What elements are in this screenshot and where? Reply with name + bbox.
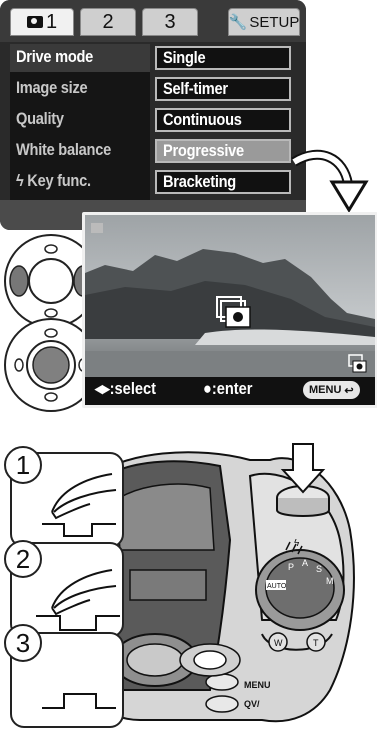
zoom-w-label: W <box>274 638 283 648</box>
flash-symbol: ϟ <box>294 538 300 549</box>
option-bracketing[interactable]: Bracketing <box>155 170 291 194</box>
menu-item-quality[interactable]: Quality <box>16 109 64 133</box>
step-number-1: 1 <box>4 446 42 484</box>
menu-item-white-balance[interactable]: White balance <box>16 140 111 164</box>
step-number-3: 3 <box>4 624 42 662</box>
qv-button-label: QV/ <box>244 699 260 709</box>
option-self-timer[interactable]: Self-timer <box>155 77 291 101</box>
dial-label-m: M <box>326 576 334 586</box>
left-right-arrow-icon: ◂▸ <box>95 379 110 398</box>
live-view-screen: ◂▸:select ●:enter MENU ↩ <box>82 212 377 408</box>
menu-item-drive-mode[interactable]: Drive mode <box>16 47 93 71</box>
tab-3[interactable]: 3 <box>142 8 198 36</box>
menu-item-key-func[interactable]: ϟ Key func. <box>16 171 91 195</box>
dial-label-a: A <box>302 558 308 568</box>
progressive-mode-icon <box>216 296 251 328</box>
option-progressive[interactable]: Progressive <box>155 139 291 163</box>
center-dot-icon: ● <box>203 379 212 398</box>
progressive-mode-small-icon <box>348 354 367 373</box>
tab-2[interactable]: 2 <box>80 8 136 36</box>
dial-label-auto: AUTO <box>267 583 287 590</box>
flash-icon: ϟ <box>16 171 24 190</box>
option-continuous[interactable]: Continuous <box>155 108 291 132</box>
tab-1[interactable]: 1 <box>10 8 74 36</box>
zoom-t-label: T <box>313 638 319 648</box>
return-icon: ↩ <box>344 384 354 397</box>
menu-button[interactable]: MENU ↩ <box>303 381 360 399</box>
step-number-2: 2 <box>4 540 42 578</box>
preview-status-bar: ◂▸:select ●:enter MENU ↩ <box>85 377 375 405</box>
menu-item-image-size[interactable]: Image size <box>16 78 88 102</box>
select-hint: ◂▸:select <box>95 379 157 398</box>
camera-mode-icon <box>91 223 103 233</box>
tab-setup[interactable]: 🔧 SETUP <box>228 8 300 36</box>
camera-menu-screen: 1 2 3 🔧 SETUP Drive mode Image size Qual… <box>0 0 306 230</box>
wrench-icon: 🔧 <box>228 14 248 31</box>
enter-hint: ●:enter <box>203 379 253 398</box>
camera-icon <box>26 16 43 28</box>
option-single[interactable]: Single <box>155 46 291 70</box>
dial-label-s: S <box>316 564 322 574</box>
dial-label-p: P <box>288 562 294 572</box>
menu-button-label: MENU <box>244 680 271 690</box>
